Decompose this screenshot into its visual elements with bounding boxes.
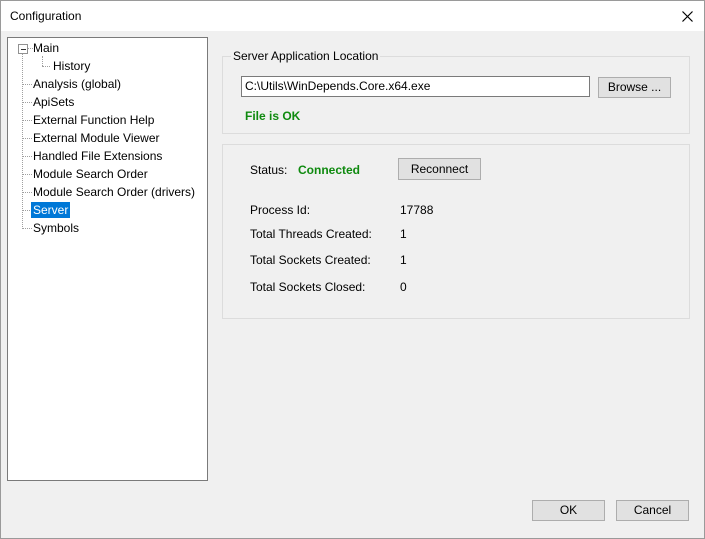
tree-item-apisets[interactable]: ApiSets [31,94,76,110]
tree-connector-root [22,52,23,229]
process-id-value: 17788 [400,203,434,217]
collapse-icon[interactable] [18,44,28,54]
tree-item-handled-file-extensions[interactable]: Handled File Extensions [31,148,164,164]
close-icon [681,10,693,22]
file-status-text: File is OK [245,109,301,123]
window-title: Configuration [10,9,82,23]
settings-tree[interactable]: Main History Analysis (global) ApiSets E… [7,37,208,481]
configuration-dialog: Configuration Main History Analysis (glo… [0,0,705,539]
sockets-created-label: Total Sockets Created: [250,253,371,267]
sockets-closed-value: 0 [400,280,407,294]
process-id-label: Process Id: [250,203,311,217]
threads-created-label: Total Threads Created: [250,227,372,241]
close-button[interactable] [670,1,704,31]
tree-item-history[interactable]: History [51,58,92,74]
browse-button[interactable]: Browse ... [598,77,671,98]
reconnect-button[interactable]: Reconnect [398,158,481,180]
title-bar: Configuration [1,1,704,31]
tree-connector-history-h [42,66,50,67]
cancel-button[interactable]: Cancel [616,500,689,521]
tree-item-module-search-order[interactable]: Module Search Order [31,166,150,182]
ok-button[interactable]: OK [532,500,605,521]
sockets-created-value: 1 [400,253,407,267]
tree-connector-history-v [42,56,43,66]
tree-item-module-search-order-drivers[interactable]: Module Search Order (drivers) [31,184,197,200]
tree-item-external-module-viewer[interactable]: External Module Viewer [31,130,162,146]
server-location-legend: Server Application Location [231,49,381,63]
status-label: Status: [250,163,288,177]
tree-item-analysis-global[interactable]: Analysis (global) [31,76,123,92]
tree-item-external-function-help[interactable]: External Function Help [31,112,156,128]
status-value: Connected [298,163,361,177]
tree-item-server[interactable]: Server [31,202,71,218]
tree-item-symbols[interactable]: Symbols [31,220,81,236]
sockets-closed-label: Total Sockets Closed: [250,280,366,294]
tree-item-main[interactable]: Main [31,40,61,56]
server-path-input[interactable]: C:\Utils\WinDepends.Core.x64.exe [241,76,590,97]
threads-created-value: 1 [400,227,407,241]
